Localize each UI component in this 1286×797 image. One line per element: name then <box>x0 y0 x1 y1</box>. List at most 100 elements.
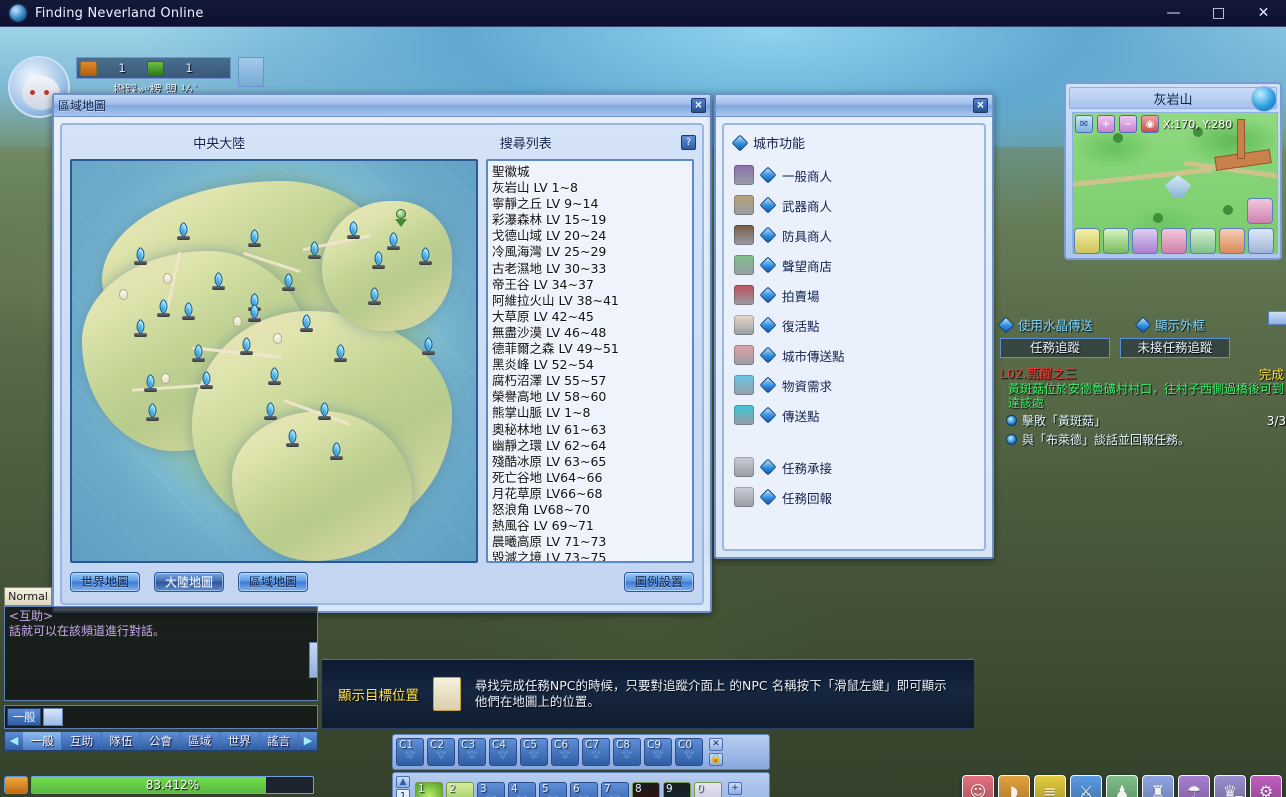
inventory-button[interactable]: ◗ <box>998 775 1030 797</box>
legend-row[interactable]: 武器商人 <box>734 190 974 220</box>
game-viewport[interactable]: 1 1 撥踩»ᵘ椤 盟 ½ˋ 區域地圖 ✕ 中央大陸 搜尋列表 ? 聖徽城 灰岩… <box>0 27 1286 797</box>
tab-central-continent[interactable]: 中央大陸 <box>66 133 373 152</box>
chat-scrollbar[interactable] <box>309 642 318 678</box>
list-item[interactable]: 晨曦高原 LV 71~73 <box>492 534 688 550</box>
chat-channel-tag[interactable]: 一般 <box>7 708 41 726</box>
legend-row[interactable]: 物資需求 <box>734 370 974 400</box>
list-item[interactable]: 灰岩山 LV 1~8 <box>492 180 688 196</box>
map-town[interactable] <box>232 316 242 330</box>
skills-button[interactable]: ⚔ <box>1070 775 1102 797</box>
legend-row[interactable]: 復活點 <box>734 310 974 340</box>
list-item[interactable]: 古老濕地 LV 30~33 <box>492 261 688 277</box>
chat-tab-5[interactable]: 世界 <box>220 732 260 750</box>
hotbar-slot[interactable]: 8 <box>632 782 660 797</box>
map-pin[interactable] <box>132 246 149 265</box>
world-map-canvas[interactable] <box>70 159 478 563</box>
show-frame-label[interactable]: 顯示外框 <box>1155 315 1205 334</box>
chat-log[interactable]: <互助> 話就可以在該頻道進行對話。 <box>4 606 318 701</box>
hotbar-slot[interactable]: 6 ⚜ <box>570 782 598 797</box>
list-item[interactable]: 殘酷冰原 LV 63~65 <box>492 454 688 470</box>
minimap-player-button[interactable] <box>1247 198 1273 224</box>
map-pin[interactable] <box>246 228 263 247</box>
map-pin[interactable] <box>284 428 301 447</box>
map-town[interactable] <box>162 273 172 287</box>
map-pin[interactable] <box>180 301 197 320</box>
map-pin[interactable] <box>298 313 315 332</box>
map-town[interactable] <box>160 373 170 387</box>
chat-tab-next-icon[interactable]: ▶ <box>300 733 316 749</box>
map-pin[interactable] <box>328 441 345 460</box>
hotbar-slot[interactable]: C1 ⚜ <box>396 738 424 766</box>
target-icon[interactable]: ◉ <box>1141 115 1159 133</box>
zoom-out-icon[interactable]: − <box>1119 115 1137 133</box>
map-pin[interactable] <box>198 370 215 389</box>
map-pin[interactable] <box>366 286 383 305</box>
tab-untracked-quests[interactable]: 未接任務追蹤 <box>1120 338 1230 358</box>
map-pin[interactable] <box>190 343 207 362</box>
hotbar-slot[interactable]: 0 <box>694 782 722 797</box>
list-item[interactable]: 熊掌山脈 LV 1~8 <box>492 405 688 421</box>
map-pin[interactable] <box>385 231 402 250</box>
chat-tab-3[interactable]: 公會 <box>141 732 181 750</box>
legend-row[interactable]: 任務承接 <box>734 452 974 482</box>
map-pin[interactable] <box>144 402 161 421</box>
close-icon[interactable]: ✕ <box>973 98 988 113</box>
chat-tab-1[interactable]: 互助 <box>62 732 102 750</box>
map-town[interactable] <box>272 333 282 347</box>
list-item[interactable]: 月花草原 LV66~68 <box>492 486 688 502</box>
hotbar-slot[interactable]: 4 ⚜ <box>508 782 536 797</box>
minimize-tracker-button[interactable] <box>1268 311 1286 325</box>
quest-log-button[interactable]: ≡ <box>1034 775 1066 797</box>
map-pin[interactable] <box>417 246 434 265</box>
map-pin[interactable] <box>316 401 333 420</box>
minimap-panel[interactable]: 灰岩山 ✉ + − ◉ X:170, Y:280 <box>1064 82 1282 260</box>
tab-search-list[interactable]: 搜尋列表 <box>373 133 680 152</box>
hotbar-slot[interactable]: C9 ⚜ <box>644 738 672 766</box>
list-item[interactable]: 寧靜之丘 LV 9~14 <box>492 196 688 212</box>
legend-settings-button[interactable]: 圖例設置 <box>623 572 694 592</box>
chat-tab-6[interactable]: 謠言 <box>260 732 299 750</box>
chat-mode-label[interactable]: Normal <box>4 587 52 606</box>
party-button[interactable]: ♟ <box>1106 775 1138 797</box>
crystal-teleport-label[interactable]: 使用水晶傳送 <box>1018 315 1093 334</box>
close-icon[interactable]: ✕ <box>691 98 706 113</box>
world-globe-icon[interactable] <box>1251 86 1277 112</box>
stats-icon[interactable] <box>1190 228 1216 254</box>
list-item[interactable]: 黑炎峰 LV 52~54 <box>492 357 688 373</box>
map-pin[interactable] <box>345 220 362 239</box>
legend-row[interactable]: 任務回報 <box>734 482 974 512</box>
location-list[interactable]: 聖徽城 灰岩山 LV 1~8 寧靜之丘 LV 9~14 彩瀑森林 LV 15~19 戈德… <box>486 159 694 563</box>
list-item[interactable]: 聖徽城 <box>492 164 688 180</box>
list-item[interactable]: 戈德山域 LV 20~24 <box>492 228 688 244</box>
help-icon[interactable]: ? <box>681 134 696 150</box>
map-pin[interactable] <box>155 298 172 317</box>
pet-button[interactable]: ♛▪ <box>1214 775 1246 797</box>
chat-tab-0[interactable]: 一般 <box>23 732 63 750</box>
legend-row[interactable]: 防具商人 <box>734 220 974 250</box>
legend-row[interactable]: 聲望商店 <box>734 250 974 280</box>
quest-objective[interactable]: 擊敗「黃斑菇」 3/3 <box>1000 412 1286 429</box>
hotbar-slot[interactable]: 9 <box>663 782 691 797</box>
list-item[interactable]: 大草原 LV 42~45 <box>492 309 688 325</box>
map-pin[interactable] <box>175 221 192 240</box>
legend-row[interactable]: 一般商人 <box>734 160 974 190</box>
maximize-button[interactable]: □ <box>1196 0 1241 27</box>
hotbar-slot[interactable]: C2 ⚜ <box>427 738 455 766</box>
legend-row[interactable]: 傳送點 <box>734 400 974 430</box>
zoom-in-icon[interactable]: + <box>1097 115 1115 133</box>
map-pin[interactable] <box>266 366 283 385</box>
list-item[interactable]: 帝王谷 LV 34~37 <box>492 277 688 293</box>
quest-title[interactable]: L02.甄醒之三 <box>1000 363 1286 382</box>
flag-icon[interactable] <box>1103 228 1129 254</box>
hotbar-slot[interactable]: C3 ⚜ <box>458 738 486 766</box>
map-pin[interactable] <box>238 336 255 355</box>
region-map-window[interactable]: 區域地圖 ✕ 中央大陸 搜尋列表 ? 聖徽城 灰岩山 LV 1~8 寧靜之丘 L… <box>52 93 712 613</box>
map-pin[interactable] <box>370 250 387 269</box>
map-pin[interactable] <box>262 401 279 420</box>
pick-icon[interactable] <box>1132 228 1158 254</box>
list-item[interactable]: 德菲爾之森 LV 49~51 <box>492 341 688 357</box>
hotbar-slot[interactable]: 5 ⚜ <box>539 782 567 797</box>
close-button[interactable]: ✕ <box>1241 0 1286 27</box>
list-item[interactable]: 腐朽沼澤 LV 55~57 <box>492 373 688 389</box>
sickle-icon[interactable] <box>1161 228 1187 254</box>
